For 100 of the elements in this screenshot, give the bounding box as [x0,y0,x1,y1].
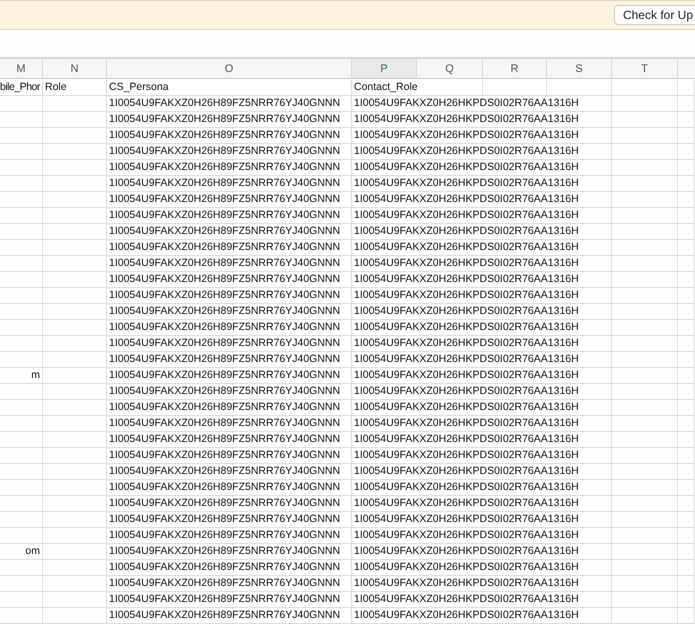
table-cell: 1I0054U9FAKXZ0H26HKPDS0I02R76AA1316H [352,512,612,528]
table-cell [612,192,678,208]
table-cell: 1I0054U9FAKXZ0H26H89FZ5NRR76YJ40GNNN [107,240,352,256]
table-cell [612,544,678,560]
table-cell: 1I0054U9FAKXZ0H26HKPDS0I02R76AA1316H [352,464,612,480]
table-cell: 1I0054U9FAKXZ0H26HKPDS0I02R76AA1316H [352,528,612,544]
table-cell: 1I0054U9FAKXZ0H26H89FZ5NRR76YJ40GNNN [107,96,352,112]
table-cell: 1I0054U9FAKXZ0H26HKPDS0I02R76AA1316H [352,160,612,176]
column-header[interactable]: O [107,59,352,79]
table-cell: 1I0054U9FAKXZ0H26H89FZ5NRR76YJ40GNNN [107,384,352,400]
table-cell [547,80,612,96]
table-cell [0,256,43,272]
table-cell [678,160,695,176]
table-cell [678,528,695,544]
table-cell [43,448,107,464]
table-cell: 1I0054U9FAKXZ0H26HKPDS0I02R76AA1316H [352,400,612,416]
table-cell [612,496,678,512]
table-cell: 1I0054U9FAKXZ0H26H89FZ5NRR76YJ40GNNN [107,256,352,272]
table-cell: 1I0054U9FAKXZ0H26HKPDS0I02R76AA1316H [352,112,612,128]
table-cell [678,176,695,192]
table-cell: 1I0054U9FAKXZ0H26HKPDS0I02R76AA1316H [352,224,612,240]
table-cell [0,208,43,224]
table-cell [612,432,678,448]
table-cell [43,592,107,608]
column-header[interactable] [678,59,695,79]
table-cell: 1I0054U9FAKXZ0H26HKPDS0I02R76AA1316H [352,432,612,448]
table-cell [43,208,107,224]
table-cell [43,544,107,560]
table-cell: 1I0054U9FAKXZ0H26HKPDS0I02R76AA1316H [352,496,612,512]
table-cell [678,224,695,240]
table-cell [678,336,695,352]
table-cell [678,240,695,256]
table-cell [43,240,107,256]
table-cell [43,512,107,528]
table-cell [483,80,547,96]
table-cell: 1I0054U9FAKXZ0H26HKPDS0I02R76AA1316H [352,320,612,336]
table-cell: 1I0054U9FAKXZ0H26H89FZ5NRR76YJ40GNNN [107,336,352,352]
table-cell [43,384,107,400]
table-cell: 1I0054U9FAKXZ0H26H89FZ5NRR76YJ40GNNN [107,464,352,480]
table-cell [43,256,107,272]
table-cell [612,160,678,176]
table-cell: 1I0054U9FAKXZ0H26H89FZ5NRR76YJ40GNNN [107,496,352,512]
table-cell [678,432,695,448]
column-header[interactable]: M [0,59,43,79]
table-cell [612,304,678,320]
table-cell: 1I0054U9FAKXZ0H26H89FZ5NRR76YJ40GNNN [107,432,352,448]
table-cell [612,208,678,224]
table-cell [0,112,43,128]
table-cell: bile_Phor [0,80,43,96]
table-cell [678,400,695,416]
table-cell [612,400,678,416]
table-cell [612,224,678,240]
table-cell [43,96,107,112]
column-header[interactable]: T [612,59,678,79]
table-cell: 1I0054U9FAKXZ0H26H89FZ5NRR76YJ40GNNN [107,512,352,528]
table-cell: 1I0054U9FAKXZ0H26H89FZ5NRR76YJ40GNNN [107,160,352,176]
table-cell [678,592,695,608]
table-cell [678,368,695,384]
column-header[interactable]: P [352,59,417,79]
table-cell [678,608,695,624]
table-cell [0,288,43,304]
table-cell [0,176,43,192]
column-header[interactable]: S [547,59,612,79]
table-cell [0,432,43,448]
table-cell [0,96,43,112]
table-cell [43,128,107,144]
table-cell [678,352,695,368]
table-cell: 1I0054U9FAKXZ0H26HKPDS0I02R76AA1316H [352,240,612,256]
table-cell: 1I0054U9FAKXZ0H26H89FZ5NRR76YJ40GNNN [107,416,352,432]
table-cell: 1I0054U9FAKXZ0H26H89FZ5NRR76YJ40GNNN [107,288,352,304]
table-cell: 1I0054U9FAKXZ0H26H89FZ5NRR76YJ40GNNN [107,224,352,240]
table-cell: 1I0054U9FAKXZ0H26HKPDS0I02R76AA1316H [352,368,612,384]
check-for-updates-button[interactable]: Check for Up [614,5,695,26]
column-header[interactable]: R [483,59,547,79]
table-cell [678,560,695,576]
table-cell: CS_Persona [107,80,352,96]
table-cell [43,112,107,128]
column-header[interactable]: N [43,59,107,79]
table-cell [612,384,678,400]
table-cell: 1I0054U9FAKXZ0H26HKPDS0I02R76AA1316H [352,192,612,208]
table-cell [678,304,695,320]
table-cell: 1I0054U9FAKXZ0H26HKPDS0I02R76AA1316H [352,144,612,160]
table-cell [0,384,43,400]
table-cell: om [0,544,43,560]
table-cell [678,288,695,304]
table-cell: 1I0054U9FAKXZ0H26HKPDS0I02R76AA1316H [352,176,612,192]
table-cell: 1I0054U9FAKXZ0H26H89FZ5NRR76YJ40GNNN [107,304,352,320]
table-cell [0,496,43,512]
table-cell: 1I0054U9FAKXZ0H26H89FZ5NRR76YJ40GNNN [107,320,352,336]
table-cell [678,384,695,400]
table-cell [43,576,107,592]
table-cell: 1I0054U9FAKXZ0H26H89FZ5NRR76YJ40GNNN [107,128,352,144]
table-cell [43,176,107,192]
table-cell [0,576,43,592]
table-cell [612,368,678,384]
table-cell [612,272,678,288]
column-header[interactable]: Q [417,59,483,79]
table-cell [43,144,107,160]
table-cell [612,336,678,352]
table-cell [612,80,678,96]
